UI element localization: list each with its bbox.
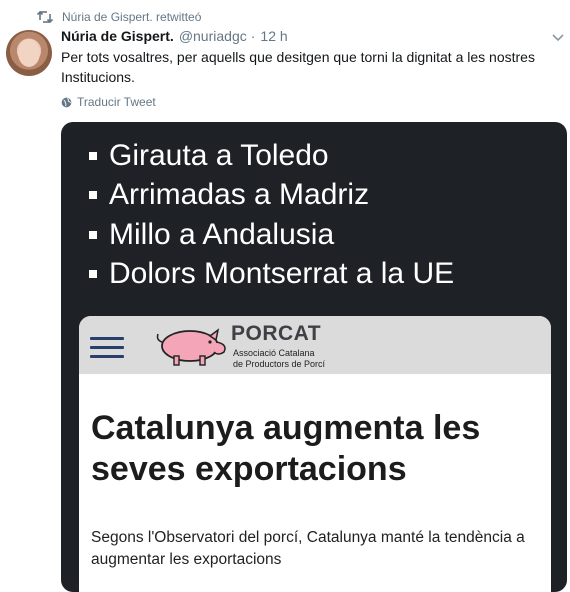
author-name[interactable]: Núria de Gispert. <box>61 28 174 44</box>
retweet-icon <box>37 10 53 24</box>
logo-subtitle-line-1: Associació Catalana <box>233 348 315 358</box>
chevron-down-icon[interactable] <box>551 32 565 44</box>
tweet-media-image[interactable]: Girauta a Toledo Arrimadas a Madriz Mill… <box>61 122 567 592</box>
translate-label: Traducir Tweet <box>77 95 156 109</box>
retweet-context-text[interactable]: Núria de Gispert. retwitteó <box>62 10 201 24</box>
bullet-text: Girauta a Toledo <box>109 138 329 172</box>
logo-subtitle: Associació Catalana de Productors de Por… <box>233 348 325 370</box>
bullet-item: Arrimadas a Madriz <box>89 176 454 216</box>
translate-tweet-link[interactable]: Traducir Tweet <box>61 95 156 109</box>
bullet-text: Dolors Montserrat a la UE <box>109 257 455 291</box>
bullet-text: Millo a Andalusia <box>109 217 335 251</box>
pig-logo-icon <box>156 328 226 366</box>
globe-icon <box>61 97 72 107</box>
bullet-item: Millo a Andalusia <box>89 215 454 255</box>
separator-dot: · <box>250 28 256 44</box>
article-header: PORCAT Associació Catalana de Productors… <box>79 316 551 374</box>
author-handle[interactable]: @nuriadgc <box>179 28 247 44</box>
logo-title: PORCAT <box>231 322 322 345</box>
tweet-text: Per tots vosaltres, per aquells que desi… <box>61 49 535 85</box>
tweet-timestamp[interactable]: 12 h <box>260 28 287 44</box>
hamburger-menu-icon <box>90 337 124 359</box>
avatar[interactable] <box>6 30 52 76</box>
bullet-item: Dolors Montserrat a la UE <box>89 255 454 295</box>
bullet-list: Girauta a Toledo Arrimadas a Madriz Mill… <box>89 136 454 294</box>
retweet-context: Núria de Gispert. retwitteó <box>37 8 201 26</box>
bullet-item: Girauta a Toledo <box>89 136 454 176</box>
bullet-text: Arrimadas a Madriz <box>109 178 370 212</box>
article-screenshot: PORCAT Associació Catalana de Productors… <box>79 316 551 592</box>
logo-subtitle-line-2: de Productors de Porcí <box>233 359 326 369</box>
article-headline: Catalunya augmenta les seves exportacion… <box>91 409 481 488</box>
article-summary: Segons l'Observatori del porcí, Cataluny… <box>91 529 525 568</box>
tweet-header: Núria de Gispert. @nuriadgc · 12 h <box>61 28 288 44</box>
